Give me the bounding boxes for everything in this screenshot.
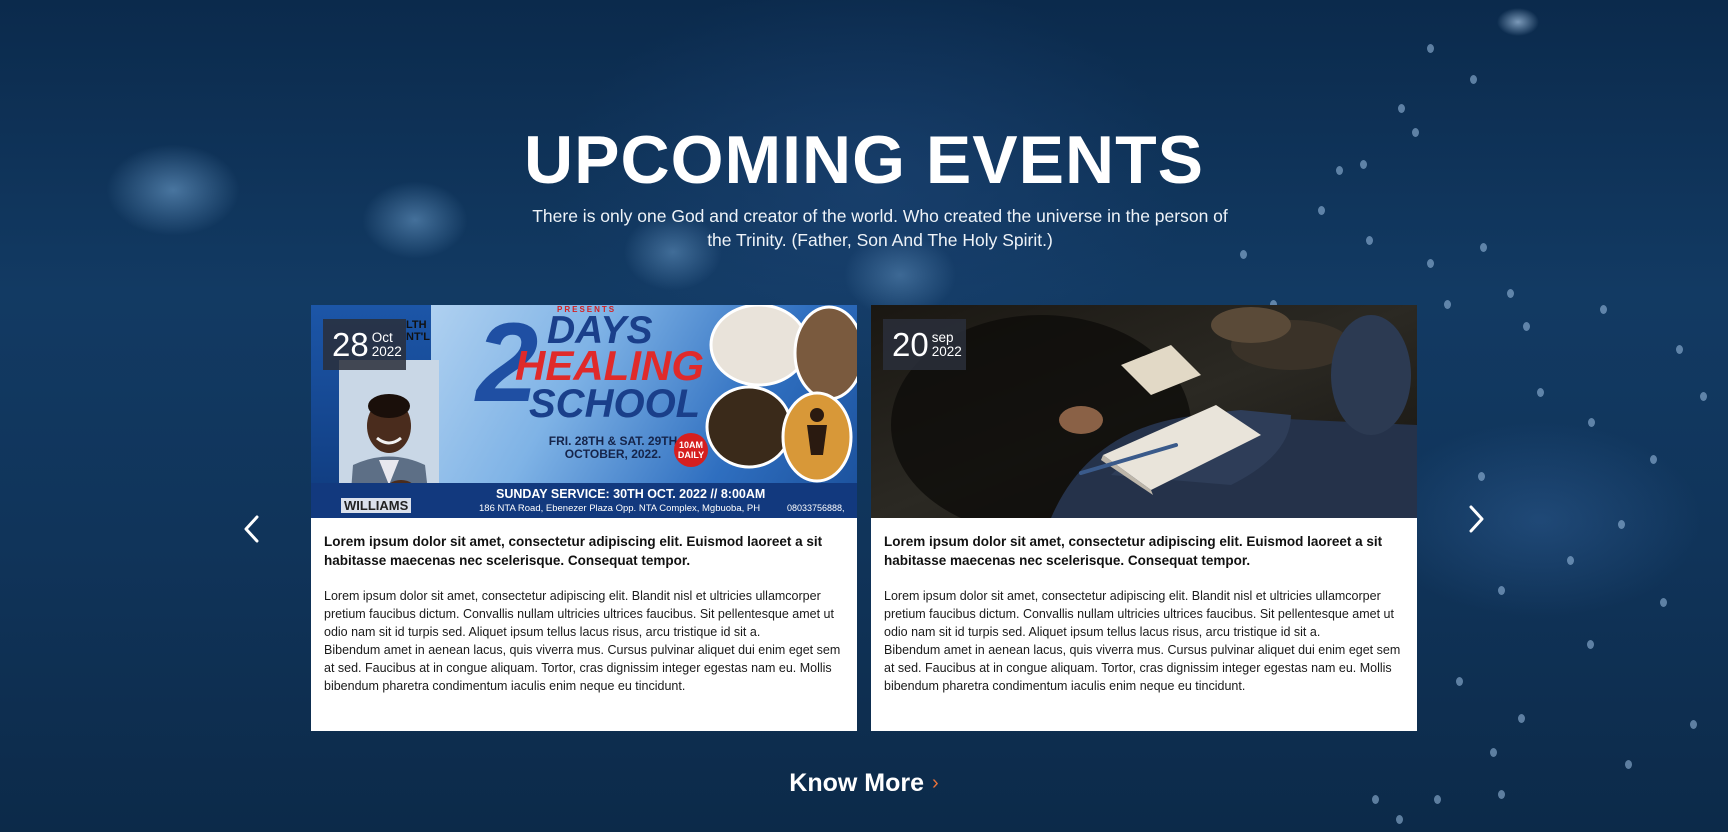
event-month: sep <box>931 329 954 345</box>
event-description-paragraph: Bibendum amet in aenean lacus, quis vive… <box>324 643 841 693</box>
flyer-address-text: 186 NTA Road, Ebenezer Plaza Opp. NTA Co… <box>479 503 761 514</box>
carousel-prev-button[interactable] <box>232 509 272 549</box>
event-photo-image: 20 sep 2022 <box>871 305 1417 518</box>
event-day: 20 <box>892 326 929 363</box>
event-description-paragraph: Bibendum amet in aenean lacus, quis vive… <box>884 643 1401 693</box>
section-heading: UPCOMING EVENTS <box>524 122 1204 198</box>
event-card[interactable]: LTH NT'L PRESENTS 2 DAYS HEALING SCHOOL F… <box>311 305 857 731</box>
event-description-paragraph: Lorem ipsum dolor sit amet, consectetur … <box>884 589 1394 639</box>
carousel-next-button[interactable] <box>1456 499 1496 539</box>
chevron-left-icon <box>244 515 259 543</box>
chevron-right-icon <box>1469 505 1484 533</box>
flyer-school-text: SCHOOL <box>529 382 701 426</box>
event-title[interactable]: Lorem ipsum dolor sit amet, consectetur … <box>884 532 1405 570</box>
chevron-right-icon: › <box>932 772 939 794</box>
event-month: Oct <box>371 329 393 345</box>
event-card[interactable]: 20 sep 2022 Lorem ipsum dolor sit amet, … <box>871 305 1417 731</box>
flyer-phone-text: 08033756888, <box>787 503 845 513</box>
flyer-dates-text: FRI. 28TH & SAT. 29TH OCTOBER, 2022. <box>548 434 678 461</box>
know-more-container: Know More › <box>0 764 1728 802</box>
event-flyer-image: LTH NT'L PRESENTS 2 DAYS HEALING SCHOOL F… <box>311 305 857 518</box>
know-more-label: Know More <box>789 769 925 797</box>
flyer-healing-text: HEALING <box>515 342 704 389</box>
flyer-brand-text: LTH NT'L <box>406 319 430 343</box>
event-day: 28 <box>332 326 369 363</box>
know-more-link[interactable]: Know More › <box>789 764 938 802</box>
event-year: 2022 <box>931 343 962 359</box>
event-title[interactable]: Lorem ipsum dolor sit amet, consectetur … <box>324 532 845 570</box>
event-year: 2022 <box>371 343 402 359</box>
event-date-badge: 20 sep 2022 <box>883 319 966 370</box>
flyer-photo-collage <box>705 305 857 483</box>
event-date-badge: 28 Oct 2022 <box>323 319 406 370</box>
section-subtitle: There is only one God and creator of the… <box>532 206 1228 250</box>
event-description: Lorem ipsum dolor sit amet, consectetur … <box>884 587 1405 695</box>
upcoming-events-section: UPCOMING EVENTS There is only one God an… <box>0 0 1728 832</box>
event-description-paragraph: Lorem ipsum dolor sit amet, consectetur … <box>324 589 834 639</box>
flyer-service-text: SUNDAY SERVICE: 30TH OCT. 2022 // 8:00AM <box>496 487 766 501</box>
event-description: Lorem ipsum dolor sit amet, consectetur … <box>324 587 845 695</box>
flyer-speaker-name: WILLIAMS <box>341 498 412 513</box>
